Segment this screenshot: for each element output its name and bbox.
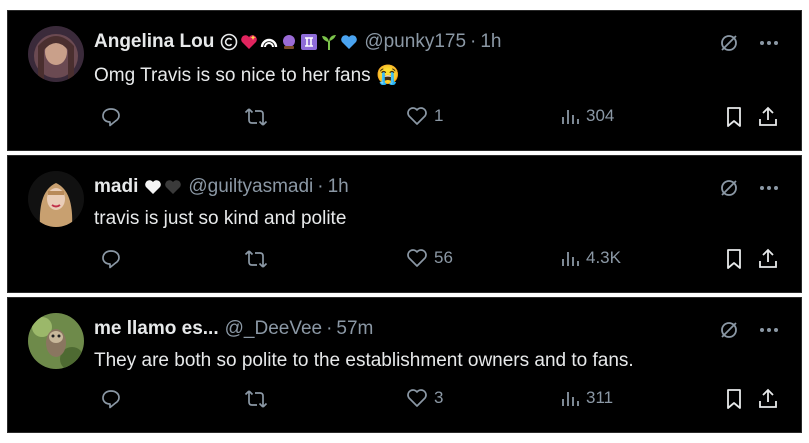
share-icon bbox=[759, 248, 777, 268]
tweet-card[interactable]: madi @guiltyasmadi · 1h travis is just s… bbox=[7, 155, 802, 293]
share-icon bbox=[759, 106, 777, 126]
bookmark-icon bbox=[727, 249, 741, 269]
separator: · bbox=[317, 176, 324, 197]
views-icon bbox=[562, 392, 579, 406]
gemini-icon bbox=[300, 33, 318, 51]
views-button[interactable]: 304 bbox=[560, 106, 614, 126]
bookmark-button[interactable] bbox=[725, 248, 743, 270]
share-button[interactable] bbox=[757, 248, 779, 270]
views-button[interactable]: 4.3K bbox=[560, 248, 621, 268]
tweet-header: madi @guiltyasmadi · 1h bbox=[94, 176, 349, 198]
white-heart-icon bbox=[144, 178, 162, 196]
tweet-header: Angelina Lou @punky175 · 1h bbox=[94, 31, 502, 53]
tweet-actions: 56 4.3K bbox=[94, 248, 779, 272]
reply-button[interactable] bbox=[100, 248, 128, 270]
tweet-text: They are both so polite to the establish… bbox=[94, 350, 634, 371]
grok-icon[interactable] bbox=[719, 320, 739, 340]
reply-icon bbox=[102, 390, 120, 409]
reply-button[interactable] bbox=[100, 106, 128, 128]
views-count: 311 bbox=[586, 388, 614, 407]
views-icon bbox=[562, 110, 579, 124]
retweet-icon bbox=[244, 250, 268, 268]
reply-icon bbox=[102, 108, 120, 127]
more-options-icon[interactable] bbox=[759, 40, 779, 46]
tweet-text: travis is just so kind and polite bbox=[94, 208, 347, 229]
views-button[interactable]: 311 bbox=[560, 388, 613, 408]
tweet-top-actions bbox=[719, 33, 779, 53]
share-icon bbox=[759, 388, 777, 408]
display-name[interactable]: Angelina Lou bbox=[94, 31, 214, 53]
tweet-top-actions bbox=[719, 178, 779, 198]
like-count: 1 bbox=[434, 106, 444, 125]
like-button[interactable]: 1 bbox=[406, 106, 443, 126]
like-count: 56 bbox=[434, 248, 453, 267]
display-name[interactable]: me llamo es... bbox=[94, 318, 219, 340]
bookmark-icon bbox=[727, 389, 741, 409]
handle[interactable]: @_DeeVee bbox=[225, 318, 322, 340]
retweet-button[interactable] bbox=[244, 106, 274, 128]
reply-icon bbox=[102, 250, 120, 269]
like-icon bbox=[407, 389, 427, 407]
like-button[interactable]: 3 bbox=[406, 388, 443, 408]
crystal-ball-icon bbox=[280, 33, 298, 51]
like-icon bbox=[407, 249, 427, 267]
seedling-icon bbox=[320, 33, 338, 51]
more-options-icon[interactable] bbox=[759, 327, 779, 333]
like-count: 3 bbox=[434, 388, 444, 407]
retweet-icon bbox=[244, 108, 268, 126]
tweet-card[interactable]: me llamo es... @_DeeVee · 57m They are b… bbox=[7, 297, 802, 433]
handle[interactable]: @guiltyasmadi bbox=[188, 176, 313, 198]
name-badges bbox=[220, 33, 358, 51]
reply-button[interactable] bbox=[100, 388, 128, 410]
name-badges bbox=[144, 178, 182, 196]
grok-icon[interactable] bbox=[719, 178, 739, 198]
avatar-image bbox=[28, 313, 84, 369]
views-count: 304 bbox=[586, 106, 615, 125]
tweet-text: Omg Travis is so nice to her fans 😭 bbox=[94, 65, 400, 86]
views-icon bbox=[562, 252, 579, 266]
avatar[interactable] bbox=[28, 26, 84, 82]
bookmark-button[interactable] bbox=[725, 388, 743, 410]
like-icon bbox=[407, 107, 427, 125]
timestamp[interactable]: 1h bbox=[480, 31, 501, 53]
retweet-button[interactable] bbox=[244, 388, 274, 410]
tweet-actions: 1 304 bbox=[94, 106, 779, 130]
bookmark-button[interactable] bbox=[725, 106, 743, 128]
tweet-header: me llamo es... @_DeeVee · 57m bbox=[94, 318, 373, 340]
timestamp[interactable]: 57m bbox=[336, 318, 373, 340]
share-button[interactable] bbox=[757, 388, 779, 410]
more-options-icon[interactable] bbox=[759, 185, 779, 191]
black-heart-icon bbox=[164, 178, 182, 196]
separator: · bbox=[326, 318, 333, 339]
tweet-actions: 3 311 bbox=[94, 388, 779, 412]
blue-heart-icon bbox=[340, 33, 358, 51]
tweet-top-actions bbox=[719, 320, 779, 340]
bookmark-icon bbox=[727, 107, 741, 127]
retweet-button[interactable] bbox=[244, 248, 274, 270]
copyright-icon bbox=[220, 33, 238, 51]
grok-icon[interactable] bbox=[719, 33, 739, 53]
avatar[interactable] bbox=[28, 171, 84, 227]
avatar-image bbox=[28, 171, 84, 227]
avatar-image bbox=[28, 26, 84, 82]
tweet-card[interactable]: Angelina Lou @punky175 · 1h Omg Travis i… bbox=[7, 10, 802, 151]
avatar[interactable] bbox=[28, 313, 84, 369]
like-button[interactable]: 56 bbox=[406, 248, 453, 268]
share-button[interactable] bbox=[757, 106, 779, 128]
views-count: 4.3K bbox=[586, 248, 621, 267]
display-name[interactable]: madi bbox=[94, 176, 138, 198]
retweet-icon bbox=[244, 390, 268, 408]
timestamp[interactable]: 1h bbox=[328, 176, 349, 198]
separator: · bbox=[470, 31, 477, 52]
handle[interactable]: @punky175 bbox=[364, 31, 466, 53]
rainbow-icon bbox=[260, 33, 278, 51]
heart-icon bbox=[240, 33, 258, 51]
